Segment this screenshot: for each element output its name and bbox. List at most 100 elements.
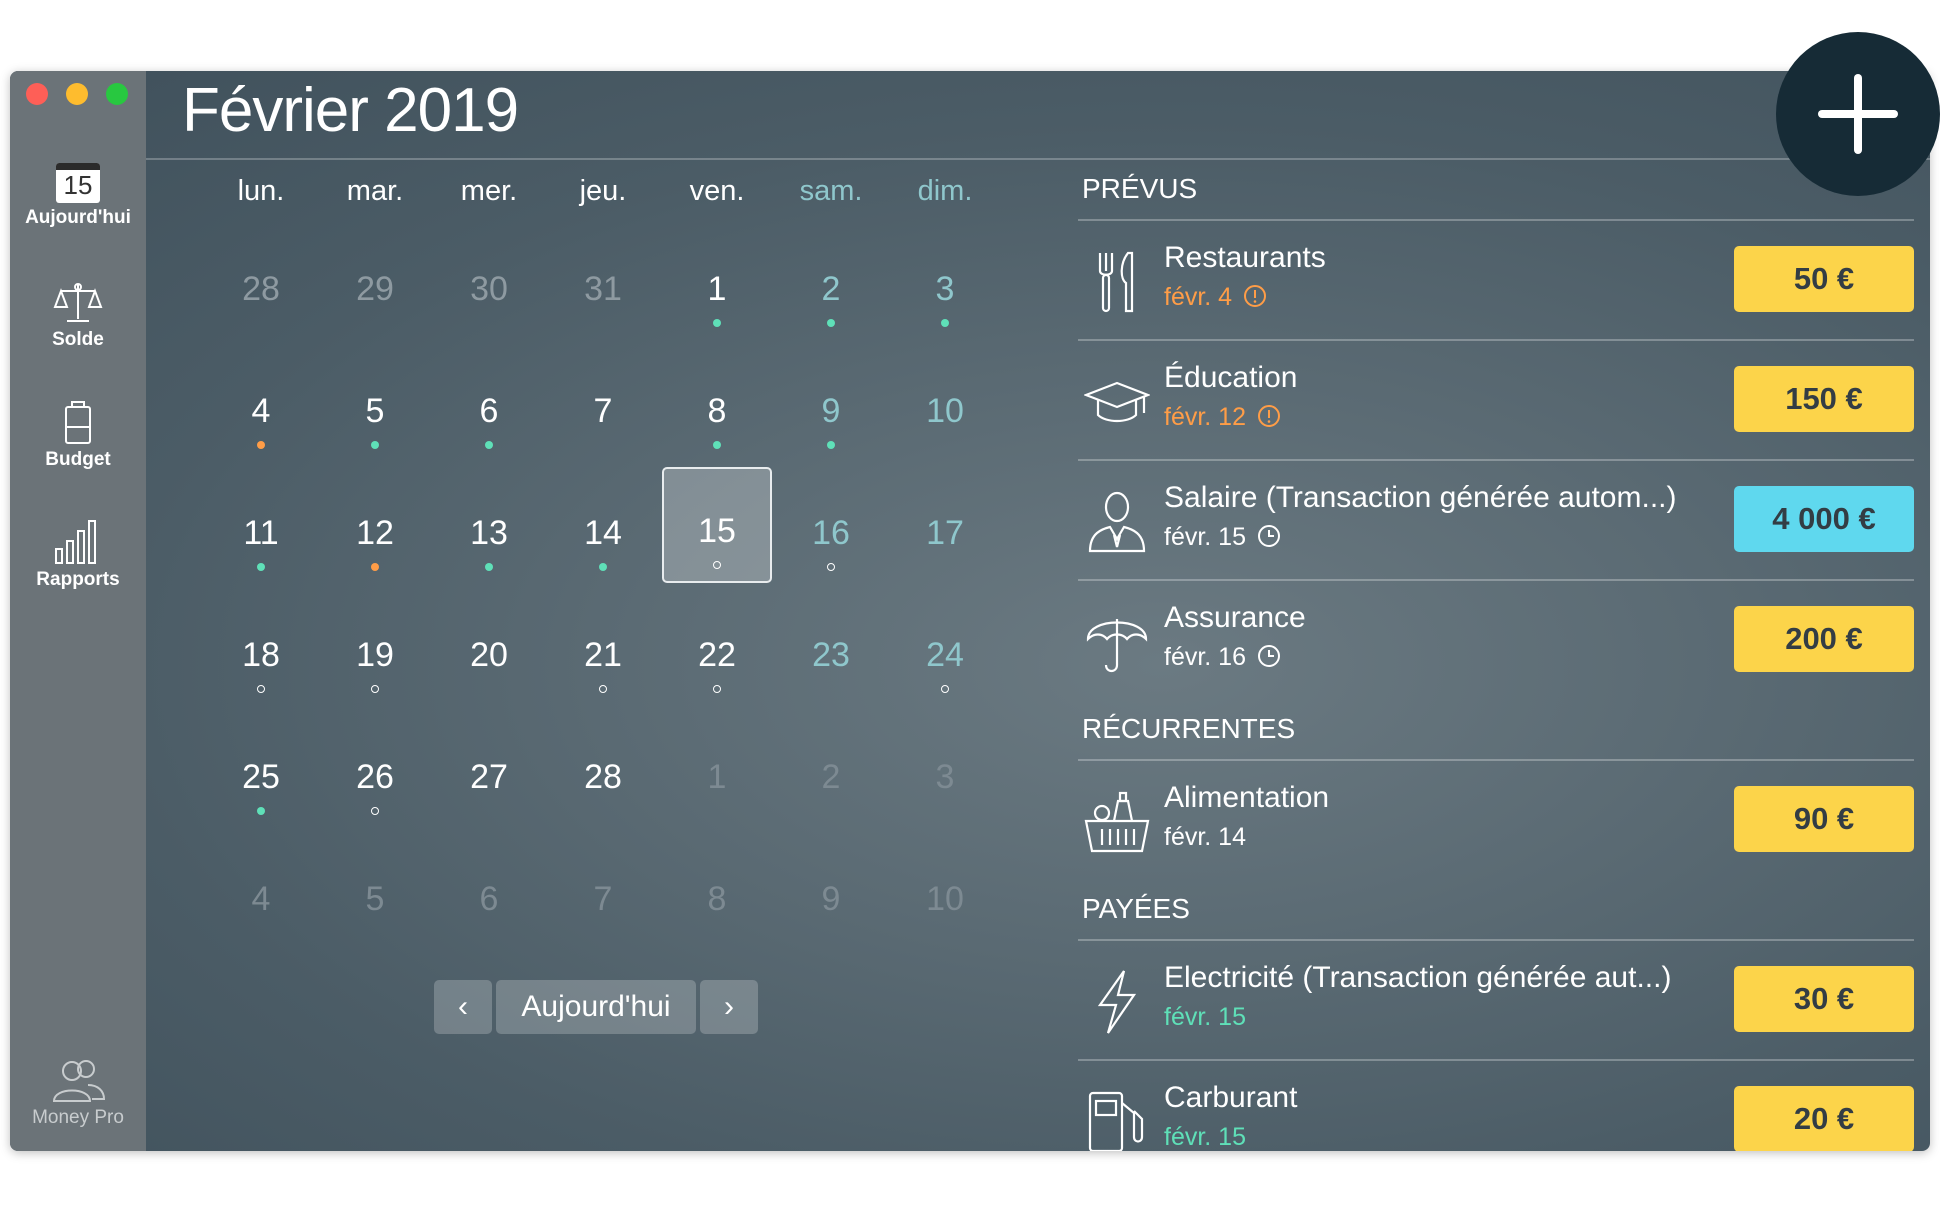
calendar-day[interactable]: 8 xyxy=(662,365,772,475)
transaction-amount[interactable]: 50 € xyxy=(1734,246,1914,312)
lightning-icon xyxy=(1097,970,1137,1034)
transaction-row[interactable]: Éducation févr. 12 150 € xyxy=(1072,341,1930,461)
calendar-day[interactable]: 25 xyxy=(206,731,316,841)
event-dot xyxy=(485,563,493,571)
alert-circle-icon xyxy=(1257,405,1280,427)
calendar-day[interactable]: 26 xyxy=(320,731,430,841)
calendar-day[interactable]: 11 xyxy=(206,487,316,597)
calendar-day[interactable]: 10 xyxy=(890,853,1000,963)
sidebar-item-budget[interactable]: Budget xyxy=(10,401,146,471)
month-title: Février 2019 xyxy=(182,76,519,145)
calendar-day[interactable]: 4 xyxy=(206,365,316,475)
calendar-day[interactable]: 20 xyxy=(434,609,544,719)
event-dot xyxy=(371,807,379,815)
event-dot xyxy=(371,563,379,571)
balance-scale-icon xyxy=(53,283,103,322)
calendar-day[interactable]: 22 xyxy=(662,609,772,719)
calendar-day[interactable]: 13 xyxy=(434,487,544,597)
graduation-cap-icon xyxy=(1084,381,1150,423)
transaction-row[interactable]: Electricité (Transaction générée aut...)… xyxy=(1072,941,1930,1061)
calendar-day[interactable]: 1 xyxy=(662,731,772,841)
calendar-day[interactable]: 31 xyxy=(548,243,658,353)
section-heading: PAYÉES xyxy=(1082,893,1190,924)
sidebar-footer-money-pro[interactable]: Money Pro xyxy=(10,1059,146,1129)
event-dot xyxy=(599,685,607,693)
transaction-amount[interactable]: 90 € xyxy=(1734,786,1914,852)
calendar-day[interactable]: 3 xyxy=(890,243,1000,353)
transaction-name: Restaurants xyxy=(1164,241,1326,274)
calendar-day[interactable]: 27 xyxy=(434,731,544,841)
event-dot xyxy=(371,441,379,449)
plus-icon xyxy=(1818,74,1898,154)
transaction-date: févr. 15 xyxy=(1164,1003,1246,1031)
transaction-amount[interactable]: 150 € xyxy=(1734,366,1914,432)
transaction-amount[interactable]: 20 € xyxy=(1734,1086,1914,1151)
transaction-row[interactable]: Alimentation févr. 14 90 € xyxy=(1072,761,1930,881)
event-dot xyxy=(257,563,265,571)
calendar-day[interactable]: 7 xyxy=(548,365,658,475)
transaction-amount[interactable]: 4 000 € xyxy=(1734,486,1914,552)
calendar-day[interactable]: 2 xyxy=(776,243,886,353)
event-dot xyxy=(257,807,265,815)
calendar-day[interactable]: 3 xyxy=(890,731,1000,841)
calendar-day-selected[interactable]: 15 xyxy=(662,467,772,583)
calendar-day[interactable]: 7 xyxy=(548,853,658,963)
calendar-day[interactable]: 1 xyxy=(662,243,772,353)
calendar-day[interactable]: 9 xyxy=(776,365,886,475)
calendar-day[interactable]: 28 xyxy=(206,243,316,353)
transaction-name: Salaire (Transaction générée autom...) xyxy=(1164,481,1677,514)
prev-month-button[interactable]: ‹ xyxy=(434,980,492,1034)
person-icon xyxy=(1088,491,1146,553)
calendar-day[interactable]: 12 xyxy=(320,487,430,597)
calendar-day[interactable]: 17 xyxy=(890,487,1000,597)
event-dot xyxy=(827,319,835,327)
calendar-icon: 15 xyxy=(56,163,100,203)
calendar-day[interactable]: 2 xyxy=(776,731,886,841)
calendar-day[interactable]: 4 xyxy=(206,853,316,963)
transaction-row[interactable]: Restaurants févr. 4 50 € xyxy=(1072,221,1930,341)
calendar-day[interactable]: 28 xyxy=(548,731,658,841)
header-divider xyxy=(146,158,1930,160)
transaction-row[interactable]: Salaire (Transaction générée autom...) f… xyxy=(1072,461,1930,581)
clock-icon xyxy=(1257,525,1280,547)
sidebar-item-balance[interactable]: Solde xyxy=(10,281,146,351)
weekday-label: mer. xyxy=(460,175,518,207)
transaction-name: Éducation xyxy=(1164,361,1298,394)
transaction-row[interactable]: Carburant févr. 15 20 € xyxy=(1072,1061,1930,1151)
calendar-day[interactable]: 10 xyxy=(890,365,1000,475)
zoom-window-button[interactable] xyxy=(106,83,128,105)
calendar-day[interactable]: 5 xyxy=(320,365,430,475)
calendar-day[interactable]: 8 xyxy=(662,853,772,963)
transaction-row[interactable]: Assurance févr. 16 200 € xyxy=(1072,581,1930,701)
next-month-button[interactable]: › xyxy=(700,980,758,1034)
minimize-window-button[interactable] xyxy=(66,83,88,105)
calendar-day[interactable]: 29 xyxy=(320,243,430,353)
calendar-day[interactable]: 30 xyxy=(434,243,544,353)
today-button[interactable]: Aujourd'hui xyxy=(496,980,696,1034)
transaction-name: Assurance xyxy=(1164,601,1306,634)
event-dot xyxy=(485,441,493,449)
calendar-day[interactable]: 9 xyxy=(776,853,886,963)
sidebar-item-label: Rapports xyxy=(36,569,120,590)
calendar-day[interactable]: 19 xyxy=(320,609,430,719)
fuel-pump-icon xyxy=(1088,1091,1144,1151)
transaction-amount[interactable]: 200 € xyxy=(1734,606,1914,672)
add-transaction-button[interactable] xyxy=(1776,32,1940,196)
calendar-day[interactable]: 24 xyxy=(890,609,1000,719)
sidebar-item-reports[interactable]: Rapports xyxy=(10,519,146,591)
calendar-day[interactable]: 14 xyxy=(548,487,658,597)
calendar-day[interactable]: 23 xyxy=(776,609,886,719)
calendar-day[interactable]: 6 xyxy=(434,365,544,475)
alert-circle-icon xyxy=(1244,285,1267,307)
close-window-button[interactable] xyxy=(26,83,48,105)
calendar-day[interactable]: 16 xyxy=(776,487,886,597)
section-heading: PRÉVUS xyxy=(1082,173,1198,204)
calendar-day[interactable]: 21 xyxy=(548,609,658,719)
calendar-day[interactable]: 6 xyxy=(434,853,544,963)
sidebar-item-today[interactable]: 15 Aujourd'hui xyxy=(10,163,146,229)
calendar-day[interactable]: 18 xyxy=(206,609,316,719)
calendar-day[interactable]: 5 xyxy=(320,853,430,963)
event-dot xyxy=(941,319,949,327)
sidebar-item-label: Aujourd'hui xyxy=(25,207,131,228)
transaction-amount[interactable]: 30 € xyxy=(1734,966,1914,1032)
